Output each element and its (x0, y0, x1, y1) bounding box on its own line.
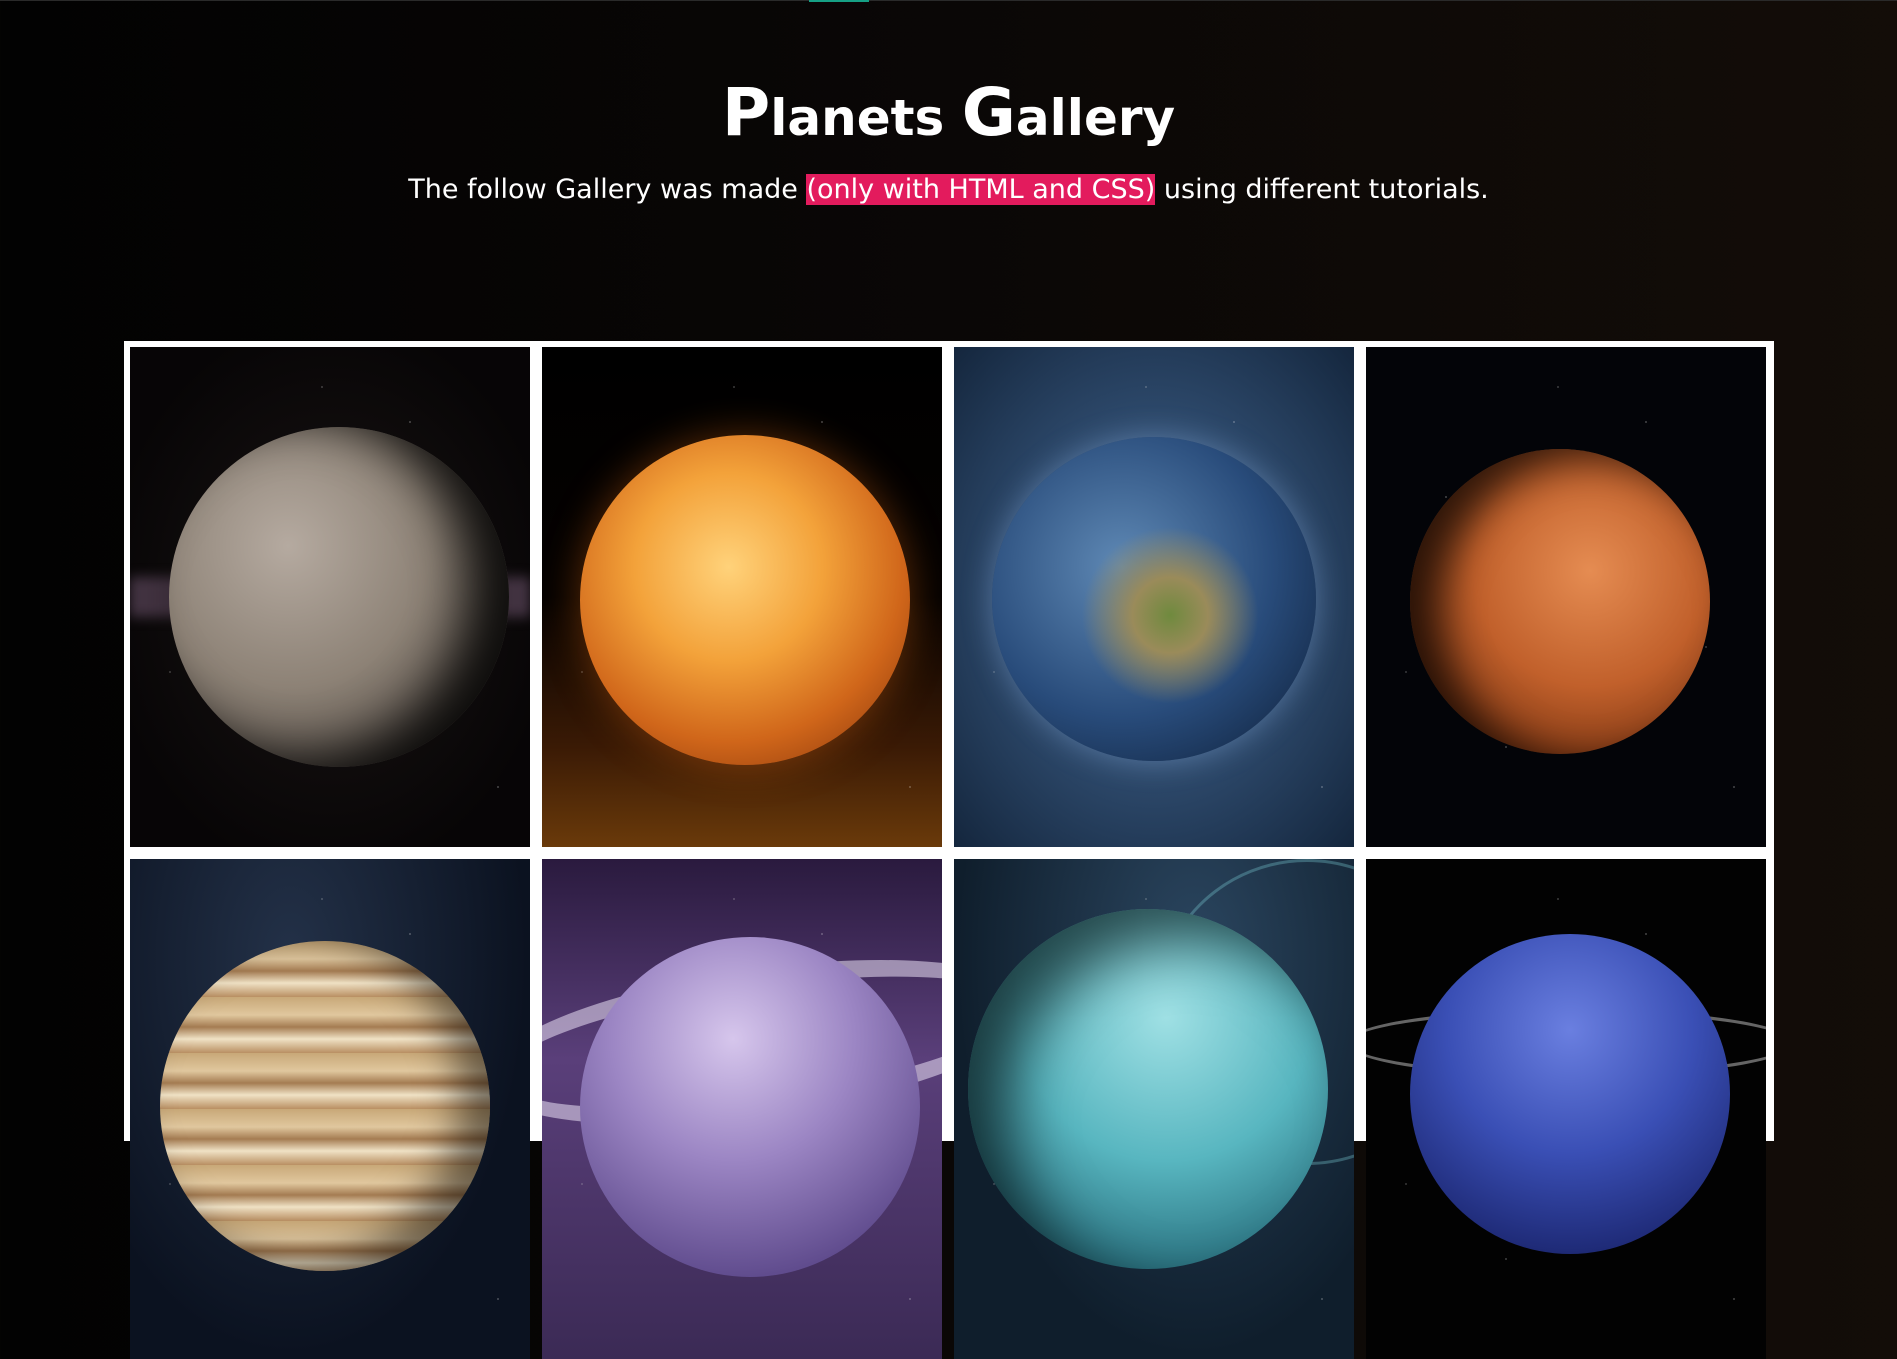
subtitle-before: The follow Gallery was made (408, 173, 807, 205)
gallery-image-saturn[interactable] (542, 859, 942, 1359)
gallery-image-venus[interactable] (542, 347, 942, 847)
neptune-planet (1410, 934, 1730, 1254)
gallery-image-mercury[interactable] (130, 347, 530, 847)
earth-planet (992, 437, 1316, 761)
title-word-lanets: lanets (770, 89, 945, 147)
subtitle-after: using different tutorials. (1155, 173, 1489, 205)
gallery-image-mars[interactable] (1366, 347, 1766, 847)
title-word-allery: allery (1015, 89, 1176, 147)
page-title: Planets Gallery (0, 60, 1897, 166)
subtitle-highlight: (only with HTML and CSS) (806, 173, 1156, 205)
jupiter-planet (160, 941, 490, 1271)
active-tab-indicator (809, 0, 869, 2)
uranus-planet (968, 909, 1328, 1269)
mars-planet (1410, 449, 1710, 754)
saturn-planet (580, 937, 920, 1277)
mercury-planet (169, 427, 509, 767)
gallery-image-uranus[interactable] (954, 859, 1354, 1359)
title-initial-g: G (961, 74, 1016, 151)
gallery-image-earth[interactable] (954, 347, 1354, 847)
gallery-image-jupiter[interactable] (130, 859, 530, 1359)
planets-gallery (124, 341, 1774, 1359)
venus-planet (580, 435, 910, 765)
gallery-image-neptune[interactable] (1366, 859, 1766, 1359)
page-subtitle: The follow Gallery was made (only with H… (0, 170, 1897, 210)
top-border (0, 0, 1897, 1)
title-initial-p: P (721, 74, 771, 151)
page-header: Planets Gallery The follow Gallery was m… (0, 60, 1897, 210)
